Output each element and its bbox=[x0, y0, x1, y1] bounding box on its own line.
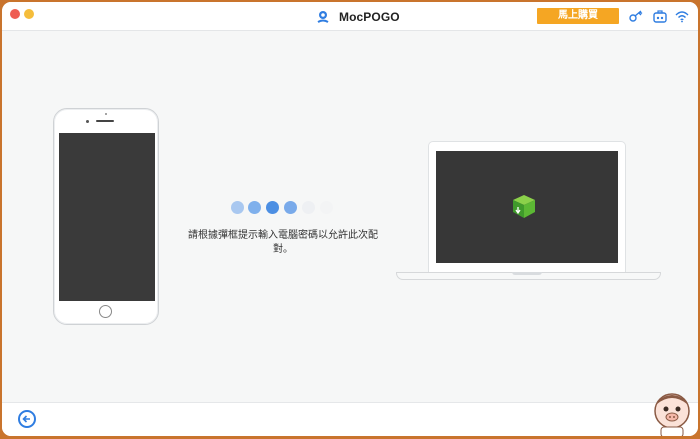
main-content: 請根據彈框提示輸入電腦密碼以允許此次配對。 bbox=[2, 31, 698, 402]
app-window: MocPOGO 馬上購買 請根據彈框提示輸入電腦密碼以允許此次配對。 bbox=[2, 2, 698, 436]
laptop-illustration bbox=[396, 141, 661, 311]
loading-dot-2 bbox=[248, 201, 261, 214]
phone-camera bbox=[86, 120, 89, 123]
wifi-icon[interactable] bbox=[675, 10, 689, 23]
loading-dot-3 bbox=[266, 201, 279, 214]
buy-now-button[interactable]: 馬上購買 bbox=[537, 8, 619, 24]
loading-dot-5 bbox=[302, 201, 315, 214]
laptop-screen bbox=[436, 151, 618, 263]
minimize-window-button[interactable] bbox=[24, 9, 34, 19]
phone-speaker bbox=[96, 120, 114, 122]
phone-home-button bbox=[99, 305, 112, 318]
loading-dot-6 bbox=[320, 201, 333, 214]
mascot-logo bbox=[654, 393, 690, 436]
key-icon[interactable] bbox=[629, 10, 643, 23]
laptop-lid bbox=[428, 141, 626, 273]
laptop-notch bbox=[512, 272, 542, 275]
loading-dot-1 bbox=[231, 201, 244, 214]
app-title: MocPOGO bbox=[339, 10, 400, 24]
back-arrow-icon bbox=[22, 415, 30, 423]
phone-illustration bbox=[53, 108, 159, 325]
toolbox-icon[interactable] bbox=[653, 10, 667, 23]
mocpogo-logo-icon bbox=[317, 11, 329, 23]
app-cube-icon bbox=[513, 195, 535, 218]
title-bar: MocPOGO 馬上購買 bbox=[2, 2, 698, 31]
loading-dot-4 bbox=[284, 201, 297, 214]
phone-sensor bbox=[105, 113, 107, 115]
phone-screen bbox=[59, 133, 155, 301]
app-brand: MocPOGO bbox=[316, 8, 400, 26]
pairing-instruction: 請根據彈框提示輸入電腦密碼以允許此次配對。 bbox=[188, 230, 378, 255]
back-button[interactable] bbox=[18, 410, 36, 428]
footer-bar bbox=[2, 393, 698, 436]
close-window-button[interactable] bbox=[10, 9, 20, 19]
